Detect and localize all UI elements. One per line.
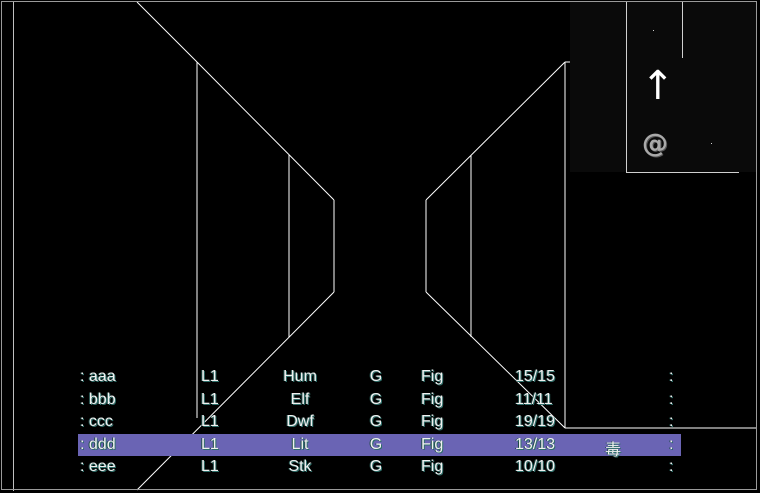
member-race: Lit [291,435,309,453]
member-name: : bbb [80,390,116,408]
member-alignment: G [369,435,383,453]
member-race: Dwf [286,413,314,430]
dungeon-viewport: ↑ @ : aaa L1 Hum G Fig 15/15:: bbb L1 Elf G Fig 11… [0,0,760,493]
row-end-marker: : [669,458,674,475]
minimap-dot [653,30,654,31]
member-level: L1 [201,390,219,408]
facing-arrow-icon: ↑ [641,63,675,109]
row-end-marker: : [669,413,674,430]
member-class: Fig [421,458,444,475]
left-wall-front-top [196,61,335,201]
left-diagonal-edge [136,1,198,63]
member-alignment: G [369,458,383,475]
party-member-row[interactable]: : eee L1 Stk G Fig 10/10: [78,456,681,479]
party-member-row[interactable]: : aaa L1 Hum G Fig 15/15: [78,366,681,389]
member-hp: 10/10 [515,458,556,475]
member-alignment: G [369,390,383,408]
right-diagonal-edge [425,61,566,201]
member-name: : ccc [80,413,113,430]
member-race: Stk [288,458,312,475]
row-end-marker: : [669,435,674,453]
row-end-marker: : [669,368,674,385]
party-member-row[interactable]: : ddd L1 Lit G Fig 13/13 毒: [78,433,681,459]
minimap-wall [682,2,683,58]
member-class: Fig [421,390,444,408]
row-end-marker: : [669,390,674,408]
member-level: L1 [201,458,219,475]
member-hp: 11/11 [515,390,553,408]
member-hp: 15/15 [515,368,556,385]
member-alignment: G [369,413,383,430]
party-roster: : aaa L1 Hum G Fig 15/15:: bbb L1 Elf G Fig 11/11:… [78,366,681,480]
member-race: Hum [283,368,317,385]
member-level: L1 [201,435,219,453]
member-level: L1 [201,413,219,430]
member-class: Fig [421,368,444,385]
member-name: : eee [80,458,116,475]
party-member-row[interactable]: : ccc L1 Dwf G Fig 19/19: [78,411,681,434]
member-class: Fig [421,413,444,430]
party-member-row[interactable]: : bbb L1 Elf G Fig 11/11: [78,389,681,412]
member-hp: 13/13 [515,435,556,453]
member-class: Fig [421,435,444,453]
member-race: Elf [290,390,310,408]
member-name: : aaa [80,368,116,385]
member-hp: 19/19 [515,413,556,430]
minimap-dot [711,143,712,144]
member-alignment: G [369,368,383,385]
member-name: : ddd [80,435,116,453]
player-marker-icon: @ [642,129,668,159]
member-level: L1 [201,368,219,385]
